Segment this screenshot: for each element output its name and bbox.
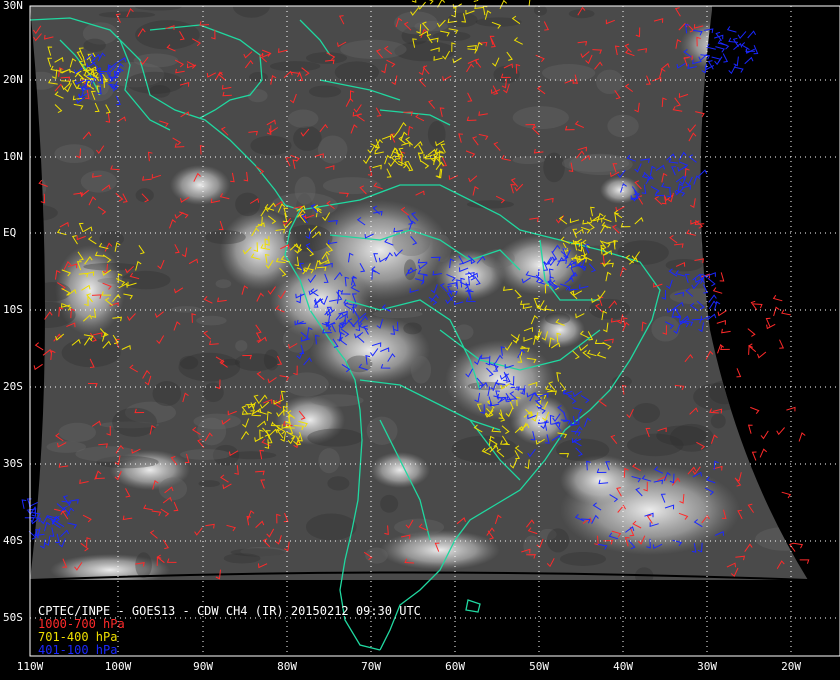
- satellite-imagery: [29, 6, 809, 680]
- latitude-label: 40S: [3, 534, 23, 547]
- wind-barb: [428, 0, 434, 5]
- longitude-label: 40W: [613, 660, 633, 673]
- longitude-label: 100W: [104, 660, 132, 673]
- latitude-label: 30N: [3, 0, 23, 12]
- latitude-label: 20S: [3, 380, 23, 393]
- latitude-label: 20N: [3, 73, 23, 86]
- map-canvas: [21, 0, 840, 680]
- latitude-label: 10S: [3, 303, 23, 316]
- longitude-label: 50W: [529, 660, 549, 673]
- longitude-label: 90W: [193, 660, 213, 673]
- longitude-label: 110W: [16, 660, 44, 673]
- longitude-label: 30W: [697, 660, 717, 673]
- legend-high-level: 401-100 hPa: [38, 643, 118, 657]
- longitude-label: 70W: [361, 660, 381, 673]
- longitude-label: 20W: [781, 660, 801, 673]
- wind-barb: [411, 0, 417, 3]
- longitude-label: 60W: [445, 660, 465, 673]
- latitude-label: 10N: [3, 150, 23, 163]
- satellite-wind-map: 30N 20N 10N EQ 10S 20S 30S 40S 50S 110W 100W 90W 80…: [0, 0, 840, 680]
- latitude-label: EQ: [3, 226, 17, 239]
- longitude-label: 80W: [277, 660, 297, 673]
- latitude-label: 50S: [3, 611, 23, 624]
- wind-barb: [473, 0, 479, 2]
- wind-barb: [706, 43, 716, 50]
- latitude-label: 30S: [3, 457, 23, 470]
